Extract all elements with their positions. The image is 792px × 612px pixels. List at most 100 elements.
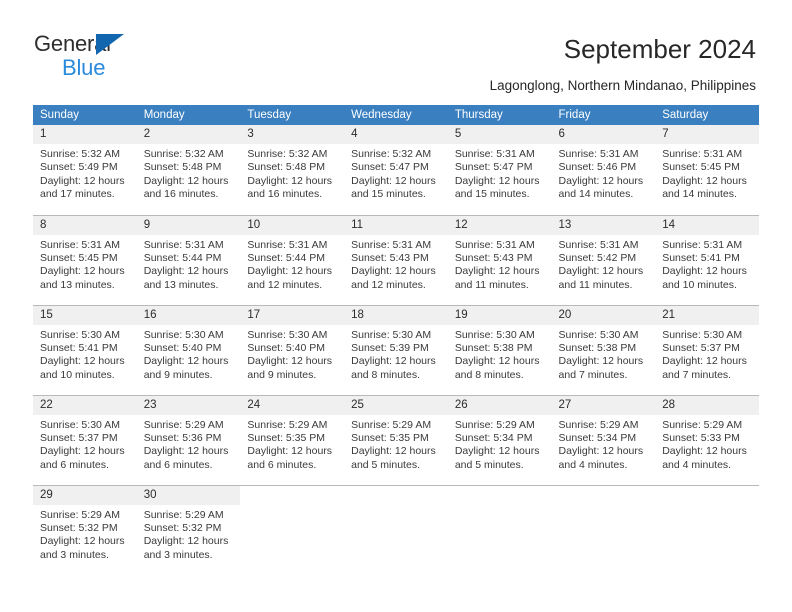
daylight-text-line1: Daylight: 12 hours — [558, 445, 644, 458]
sunrise-text: Sunrise: 5:29 AM — [247, 418, 328, 431]
day-number: 30 — [136, 485, 241, 505]
daylight-text-line1: Daylight: 12 hours — [662, 355, 747, 368]
day-info: Sunrise: 5:29 AM Sunset: 5:32 PM Dayligh… — [33, 505, 137, 563]
day-cell[interactable]: 14 Sunrise: 5:31 AM Sunset: 5:41 PM Dayl… — [655, 215, 759, 305]
day-info: Sunrise: 5:32 AM Sunset: 5:48 PM Dayligh… — [240, 144, 344, 202]
daylight-text-line2: and 4 minutes. — [558, 458, 628, 471]
day-cell[interactable]: 2 Sunrise: 5:32 AM Sunset: 5:48 PM Dayli… — [136, 125, 241, 214]
daylight-text-line1: Daylight: 12 hours — [351, 355, 436, 368]
daylight-text-line1: Daylight: 12 hours — [143, 265, 229, 278]
weekday-header-tuesday: Tuesday — [240, 105, 345, 125]
day-cell[interactable]: 28 Sunrise: 5:29 AM Sunset: 5:33 PM Dayl… — [655, 395, 759, 485]
day-number: 11 — [344, 215, 448, 235]
sunrise-text: Sunrise: 5:30 AM — [351, 328, 432, 341]
sunset-text: Sunset: 5:32 PM — [143, 521, 222, 534]
day-cell[interactable]: 8 Sunrise: 5:31 AM Sunset: 5:45 PM Dayli… — [33, 215, 137, 305]
day-number: 20 — [551, 305, 656, 325]
weekday-header-saturday: Saturday — [655, 105, 759, 125]
page-title: September 2024 — [563, 34, 756, 64]
calendar-header-row: Sunday Monday Tuesday Wednesday Thursday… — [33, 105, 759, 125]
sunrise-text: Sunrise: 5:29 AM — [351, 418, 432, 431]
calendar-week-row: 15 Sunrise: 5:30 AM Sunset: 5:41 PM Dayl… — [33, 304, 759, 395]
day-info: Sunrise: 5:31 AM Sunset: 5:44 PM Dayligh… — [240, 235, 344, 293]
day-cell[interactable]: 3 Sunrise: 5:32 AM Sunset: 5:48 PM Dayli… — [240, 125, 345, 214]
daylight-text-line1: Daylight: 12 hours — [143, 445, 229, 458]
daylight-text-line2: and 13 minutes. — [40, 278, 115, 291]
daylight-text-line2: and 13 minutes. — [143, 278, 219, 291]
sunrise-text: Sunrise: 5:31 AM — [454, 148, 535, 160]
daylight-text-line1: Daylight: 12 hours — [558, 265, 644, 278]
generalblue-logo[interactable]: General Blue — [34, 31, 214, 83]
day-number: 8 — [33, 215, 137, 235]
day-cell-empty — [240, 485, 345, 575]
day-cell[interactable]: 21 Sunrise: 5:30 AM Sunset: 5:37 PM Dayl… — [655, 305, 759, 395]
day-number: 19 — [447, 305, 552, 325]
day-cell[interactable]: 18 Sunrise: 5:30 AM Sunset: 5:39 PM Dayl… — [344, 305, 448, 395]
day-cell[interactable]: 22 Sunrise: 5:30 AM Sunset: 5:37 PM Dayl… — [33, 395, 137, 485]
daylight-text-line2: and 12 minutes. — [351, 278, 426, 291]
calendar-body: 1 Sunrise: 5:32 AM Sunset: 5:49 PM Dayli… — [33, 125, 759, 575]
sunset-text: Sunset: 5:40 PM — [143, 341, 222, 354]
day-cell[interactable]: 30 Sunrise: 5:29 AM Sunset: 5:32 PM Dayl… — [136, 485, 241, 575]
daylight-text-line2: and 8 minutes. — [454, 368, 524, 381]
day-cell[interactable]: 29 Sunrise: 5:29 AM Sunset: 5:32 PM Dayl… — [33, 485, 137, 575]
day-cell[interactable]: 5 Sunrise: 5:31 AM Sunset: 5:47 PM Dayli… — [447, 125, 552, 214]
sunrise-text: Sunrise: 5:31 AM — [143, 238, 224, 251]
daylight-text-line1: Daylight: 12 hours — [454, 445, 540, 458]
sunrise-text: Sunrise: 5:30 AM — [247, 328, 328, 341]
sunset-text: Sunset: 5:46 PM — [558, 161, 637, 174]
daylight-text-line2: and 14 minutes. — [662, 188, 737, 201]
day-cell[interactable]: 26 Sunrise: 5:29 AM Sunset: 5:34 PM Dayl… — [447, 395, 552, 485]
daylight-text-line2: and 9 minutes. — [247, 368, 317, 381]
day-info: Sunrise: 5:30 AM Sunset: 5:41 PM Dayligh… — [33, 325, 137, 383]
day-number: 9 — [136, 215, 241, 235]
day-cell[interactable]: 20 Sunrise: 5:30 AM Sunset: 5:38 PM Dayl… — [551, 305, 656, 395]
day-cell[interactable]: 27 Sunrise: 5:29 AM Sunset: 5:34 PM Dayl… — [551, 395, 656, 485]
sunrise-text: Sunrise: 5:30 AM — [662, 328, 743, 341]
sunset-text: Sunset: 5:44 PM — [247, 251, 326, 264]
day-info: Sunrise: 5:30 AM Sunset: 5:40 PM Dayligh… — [137, 325, 241, 383]
sunrise-text: Sunrise: 5:32 AM — [143, 148, 224, 160]
day-cell[interactable]: 6 Sunrise: 5:31 AM Sunset: 5:46 PM Dayli… — [551, 125, 656, 214]
day-info: Sunrise: 5:31 AM Sunset: 5:41 PM Dayligh… — [655, 235, 759, 293]
day-info: Sunrise: 5:31 AM Sunset: 5:47 PM Dayligh… — [448, 144, 552, 202]
day-info: Sunrise: 5:31 AM Sunset: 5:43 PM Dayligh… — [448, 235, 552, 293]
day-number: 2 — [136, 125, 241, 144]
daylight-text-line2: and 4 minutes. — [662, 458, 732, 471]
day-cell[interactable]: 23 Sunrise: 5:29 AM Sunset: 5:36 PM Dayl… — [136, 395, 241, 485]
day-cell[interactable]: 17 Sunrise: 5:30 AM Sunset: 5:40 PM Dayl… — [240, 305, 345, 395]
day-cell[interactable]: 19 Sunrise: 5:30 AM Sunset: 5:38 PM Dayl… — [447, 305, 552, 395]
day-number: 25 — [344, 395, 448, 415]
daylight-text-line1: Daylight: 12 hours — [40, 265, 125, 278]
weekday-header-thursday: Thursday — [447, 105, 552, 125]
day-cell[interactable]: 12 Sunrise: 5:31 AM Sunset: 5:43 PM Dayl… — [447, 215, 552, 305]
day-info: Sunrise: 5:31 AM Sunset: 5:45 PM Dayligh… — [33, 235, 137, 293]
day-cell[interactable]: 7 Sunrise: 5:31 AM Sunset: 5:45 PM Dayli… — [655, 125, 759, 214]
daylight-text-line1: Daylight: 12 hours — [454, 174, 540, 187]
day-cell[interactable]: 10 Sunrise: 5:31 AM Sunset: 5:44 PM Dayl… — [240, 215, 345, 305]
day-cell[interactable]: 16 Sunrise: 5:30 AM Sunset: 5:40 PM Dayl… — [136, 305, 241, 395]
day-number: 14 — [655, 215, 759, 235]
day-info: Sunrise: 5:30 AM Sunset: 5:39 PM Dayligh… — [344, 325, 448, 383]
day-cell[interactable]: 25 Sunrise: 5:29 AM Sunset: 5:35 PM Dayl… — [344, 395, 448, 485]
day-number — [447, 485, 552, 505]
sunset-text: Sunset: 5:44 PM — [143, 251, 222, 264]
sunrise-text: Sunrise: 5:30 AM — [454, 328, 535, 341]
day-cell[interactable]: 4 Sunrise: 5:32 AM Sunset: 5:47 PM Dayli… — [344, 125, 448, 214]
day-info: Sunrise: 5:29 AM Sunset: 5:33 PM Dayligh… — [655, 415, 759, 473]
day-cell[interactable]: 13 Sunrise: 5:31 AM Sunset: 5:42 PM Dayl… — [551, 215, 656, 305]
calendar-week-row: 22 Sunrise: 5:30 AM Sunset: 5:37 PM Dayl… — [33, 394, 759, 485]
day-cell[interactable]: 1 Sunrise: 5:32 AM Sunset: 5:49 PM Dayli… — [33, 125, 137, 214]
sunset-text: Sunset: 5:47 PM — [454, 161, 533, 174]
weekday-header-friday: Friday — [551, 105, 656, 125]
sunset-text: Sunset: 5:37 PM — [662, 341, 740, 354]
calendar-week-row: 1 Sunrise: 5:32 AM Sunset: 5:49 PM Dayli… — [33, 125, 759, 215]
sunrise-text: Sunrise: 5:32 AM — [40, 148, 120, 160]
day-cell[interactable]: 15 Sunrise: 5:30 AM Sunset: 5:41 PM Dayl… — [33, 305, 137, 395]
sunrise-text: Sunrise: 5:29 AM — [558, 418, 639, 431]
daylight-text-line2: and 3 minutes. — [143, 548, 213, 561]
day-number: 12 — [447, 215, 552, 235]
day-cell[interactable]: 24 Sunrise: 5:29 AM Sunset: 5:35 PM Dayl… — [240, 395, 345, 485]
day-cell[interactable]: 9 Sunrise: 5:31 AM Sunset: 5:44 PM Dayli… — [136, 215, 241, 305]
day-cell[interactable]: 11 Sunrise: 5:31 AM Sunset: 5:43 PM Dayl… — [344, 215, 448, 305]
